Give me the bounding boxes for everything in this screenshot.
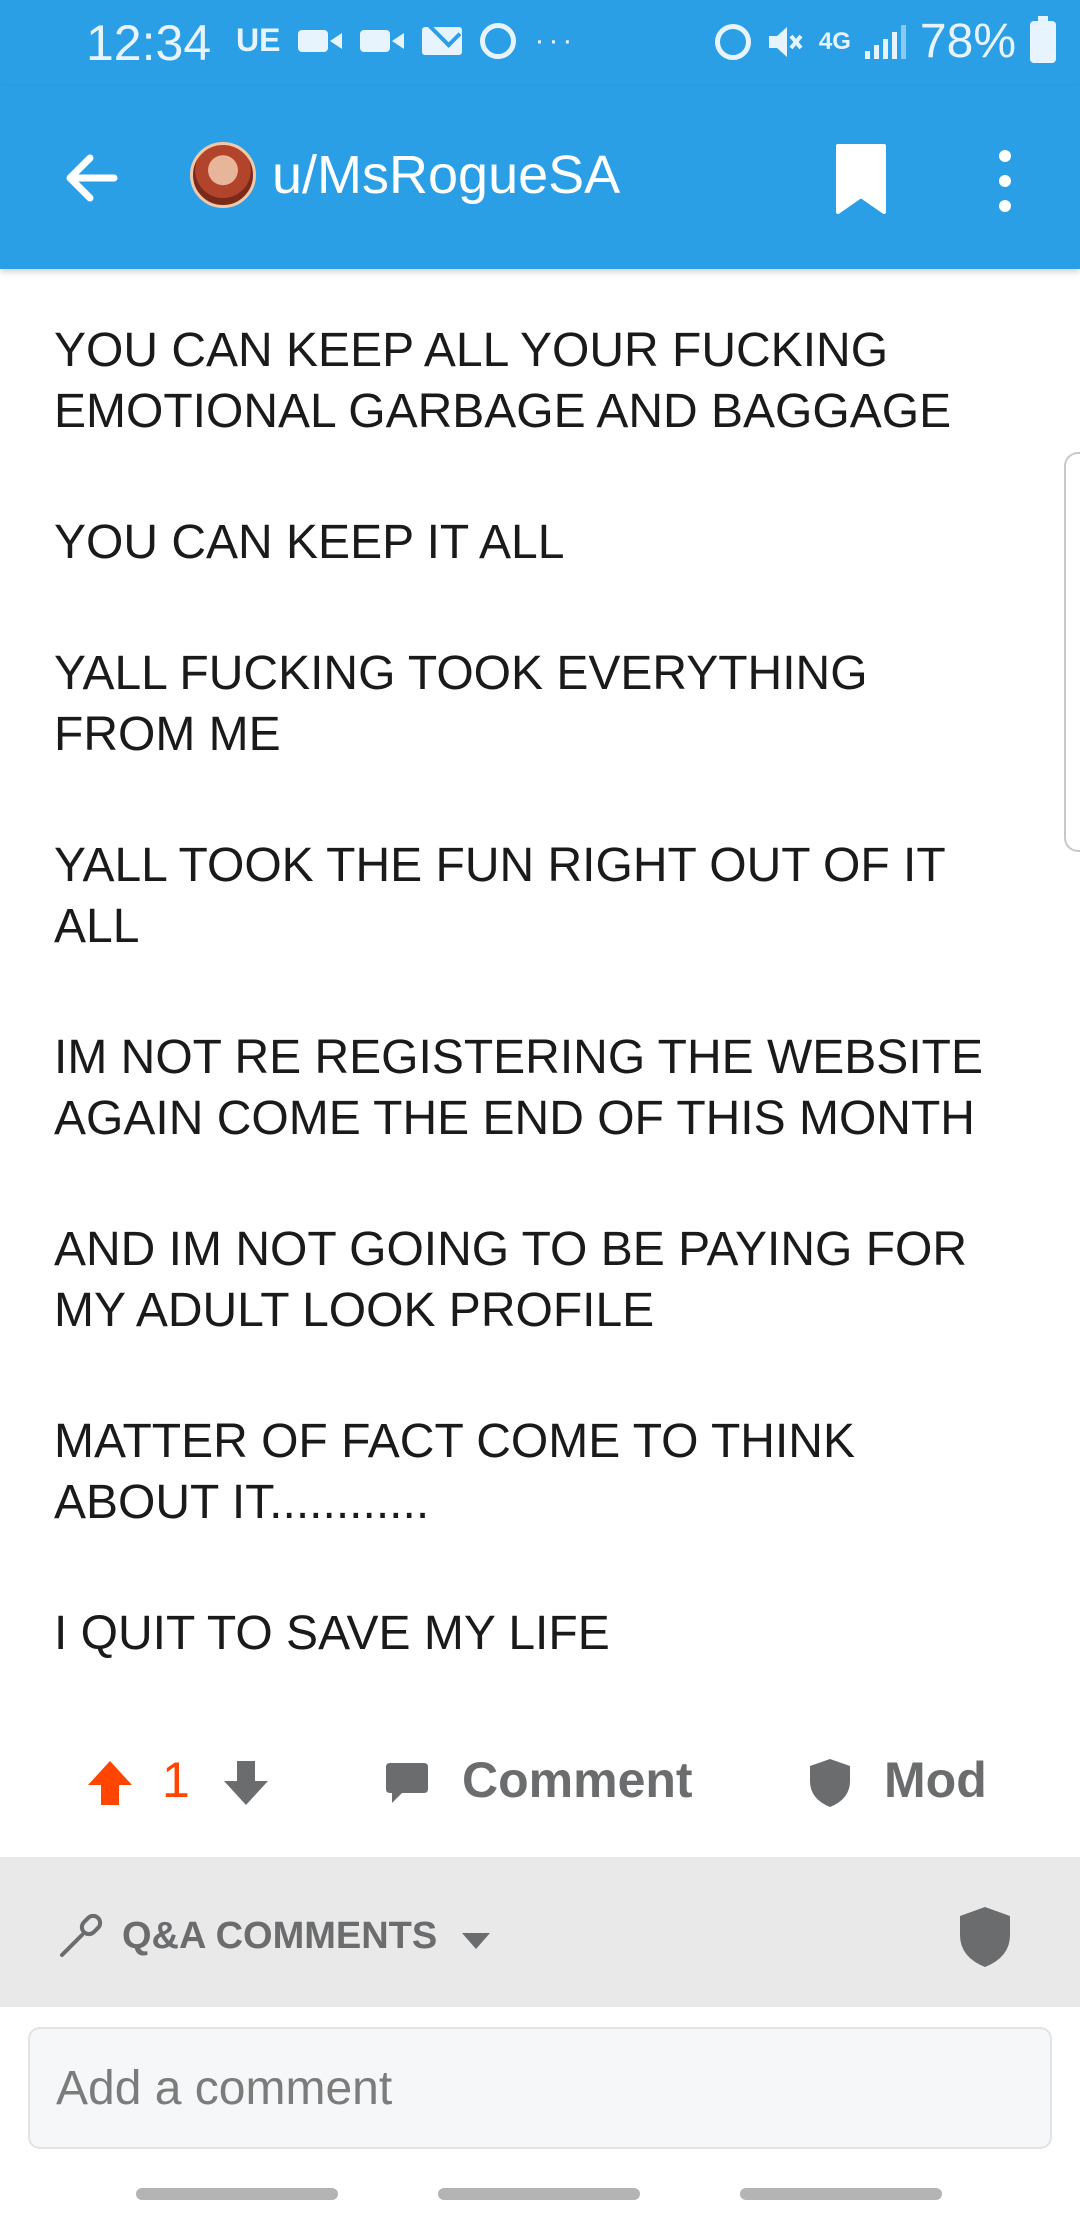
bookmark-icon[interactable]	[832, 140, 890, 218]
mail-icon	[422, 26, 463, 55]
signal-icon	[864, 24, 906, 59]
status-time: 12:34	[86, 15, 212, 71]
post-paragraph: I QUIT TO SAVE MY LIFE	[54, 1607, 610, 1660]
nav-bar-handle	[740, 2188, 942, 2200]
downvote-arrow-icon[interactable]	[220, 1757, 272, 1809]
app-header: u/MsRogueSA	[0, 86, 1080, 269]
more-vertical-icon[interactable]	[980, 146, 1030, 216]
microphone-icon	[60, 1913, 103, 1957]
upvote-arrow-icon[interactable]	[84, 1757, 136, 1809]
status-bar: 12:34 UE ··· 4G 78%	[0, 0, 1080, 86]
shield-icon[interactable]	[806, 1757, 854, 1809]
post-actions: 1 Comment Mod	[0, 1735, 1080, 1825]
nav-bar-handle	[136, 2188, 338, 2200]
alarm-icon	[714, 23, 751, 60]
comment-button[interactable]: Comment	[462, 1751, 693, 1809]
post-paragraph: MATTER OF FACT COME TO THINK ABOUT IT...…	[54, 1415, 855, 1529]
mute-icon	[768, 26, 803, 57]
battery-percent: 78%	[919, 15, 1016, 68]
post-paragraph: YOU CAN KEEP ALL YOUR FUCKING EMOTIONAL …	[54, 324, 952, 438]
shield-icon[interactable]	[956, 1905, 1014, 1969]
video-icon	[360, 27, 405, 55]
post-paragraph: AND IM NOT GOING TO BE PAYING FOR MY ADU…	[54, 1223, 968, 1337]
post-body: YOU CAN KEEP ALL YOUR FUCKING EMOTIONAL …	[54, 320, 1014, 1734]
battery-icon	[1030, 15, 1056, 63]
alarm-icon	[480, 22, 517, 59]
carrier-label: UE	[236, 22, 281, 58]
mod-button[interactable]: Mod	[884, 1751, 987, 1809]
more-dots-icon: ···	[534, 23, 577, 57]
chevron-down-icon[interactable]	[462, 1933, 490, 1949]
post-paragraph: YALL FUCKING TOOK EVERYTHING FROM ME	[54, 647, 868, 761]
video-icon	[298, 27, 343, 55]
post-paragraph: YOU CAN KEEP IT ALL	[54, 516, 565, 569]
post-paragraph: IM NOT RE REGISTERING THE WEBSITE AGAIN …	[54, 1031, 983, 1145]
comment-sort-bar: Q&A COMMENTS	[0, 1857, 1080, 2007]
status-notification-icons: UE ···	[236, 22, 576, 59]
network-label: 4G	[818, 27, 851, 55]
status-system-icons: 4G 78%	[714, 14, 1056, 69]
profile-username[interactable]: u/MsRogueSA	[272, 144, 620, 206]
back-arrow-icon[interactable]	[56, 142, 128, 214]
comment-sort-dropdown[interactable]: Q&A COMMENTS	[122, 1915, 437, 1958]
scroll-handle[interactable]	[1064, 452, 1080, 852]
nav-bar-handle	[438, 2188, 640, 2200]
comment-input[interactable]	[28, 2027, 1052, 2149]
avatar[interactable]	[190, 142, 256, 208]
vote-score: 1	[162, 1752, 190, 1808]
post-paragraph: YALL TOOK THE FUN RIGHT OUT OF IT ALL	[54, 839, 946, 953]
comment-bubble-icon[interactable]	[384, 1759, 430, 1805]
